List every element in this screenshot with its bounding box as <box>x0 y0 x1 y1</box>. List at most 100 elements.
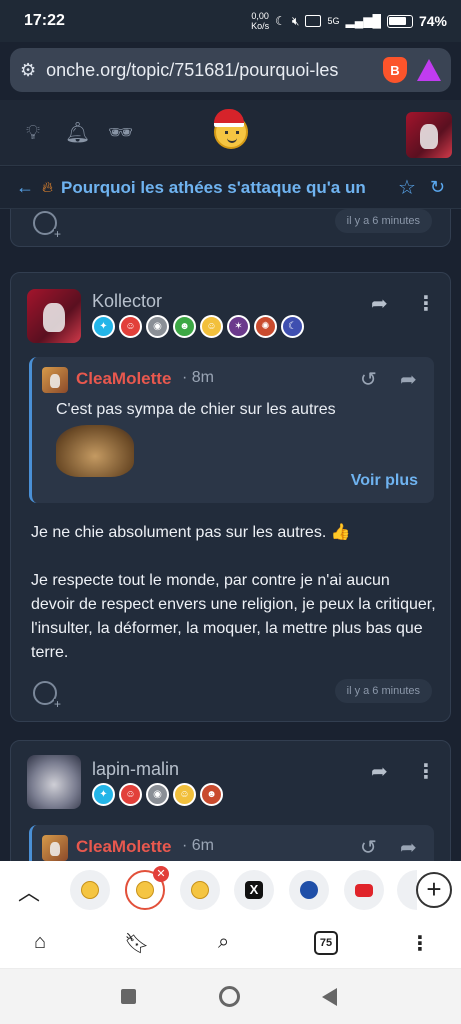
tab-onche-active[interactable]: ✕ <box>125 866 169 910</box>
quote-block[interactable]: CleaMolette · 8m ↺ ➦ C'est pas sympa de … <box>29 357 434 503</box>
badge-icon: ◉ <box>146 315 169 338</box>
net-speed: 0,00 Ko/s <box>251 11 270 31</box>
home-nav-icon[interactable] <box>219 986 240 1007</box>
post-body-paragraph: Je respecte tout le monde, par contre je… <box>31 572 436 661</box>
share-icon[interactable]: ➦ <box>400 367 417 392</box>
badge-icon: ☺ <box>119 315 142 338</box>
site-settings-icon[interactable]: ⚙ <box>20 60 36 81</box>
post-time: il y a 6 minutes <box>334 209 432 233</box>
author-avatar[interactable] <box>27 289 81 343</box>
menu-icon[interactable]: ⋮ <box>410 931 430 956</box>
status-time: 17:22 <box>24 12 65 29</box>
incognito-icon[interactable]: 🕶︎ <box>108 122 133 144</box>
moon-icon: ☾ <box>275 14 286 28</box>
bookmark-icon[interactable]: 🔖︎ <box>124 931 149 956</box>
post-body-line: Je ne chie absolument pas sur les autres… <box>31 524 351 541</box>
quote-text: C'est pas sympa de chier sur les autres <box>56 401 336 418</box>
signal-icon: ▂▄▆█ <box>345 14 381 28</box>
search-icon[interactable]: ⌕ <box>218 931 229 954</box>
add-reaction-icon[interactable] <box>33 211 62 239</box>
share-icon[interactable]: ➦ <box>371 291 388 316</box>
quote-age: · 6m <box>182 837 215 854</box>
tab-onche[interactable] <box>70 870 110 910</box>
close-tab-icon[interactable]: ✕ <box>153 866 169 882</box>
post-card: lapin-malin ✦ ☺ ◉ ☺ ☻ ➦ ⋮ CleaMolette · … <box>10 740 451 861</box>
more-options-icon[interactable]: ⋮ <box>416 759 436 784</box>
badge-icon: ☻ <box>173 315 196 338</box>
badge-icon: ◉ <box>146 783 169 806</box>
author-name[interactable]: lapin-malin <box>92 759 179 780</box>
status-bar: 17:22 0,00 Ko/s ☾ 🔇︎ 5G ▂▄▆█ 74% <box>0 0 461 42</box>
tab-youtube[interactable] <box>344 870 384 910</box>
quote-author-avatar <box>42 835 68 861</box>
quote-age: · 8m <box>182 369 215 386</box>
mute-icon: 🔇︎ <box>291 13 300 28</box>
onche-icon <box>136 881 154 899</box>
tab-x[interactable]: X <box>234 870 274 910</box>
badge-icon: ☺ <box>200 315 223 338</box>
see-more-link[interactable]: Voir plus <box>351 472 418 490</box>
post-time: il y a 6 minutes <box>334 679 432 703</box>
badge-icon: ☺ <box>119 783 142 806</box>
network-type: 5G <box>327 16 340 26</box>
quote-author[interactable]: CleaMolette <box>76 837 171 857</box>
url-text[interactable]: onche.org/topic/751681/pourquoi-les <box>46 60 373 81</box>
new-tab-icon[interactable]: + <box>416 872 452 908</box>
topic-title[interactable]: Pourquoi les athées s'attaque qu'a un <box>61 178 390 198</box>
tab-onche[interactable] <box>180 870 220 910</box>
tab-counter-button[interactable]: 75 <box>314 931 338 955</box>
site-logo-icon[interactable] <box>214 109 248 149</box>
badge-icon: ☺ <box>173 783 196 806</box>
onche-icon <box>81 881 99 899</box>
brave-shield-icon[interactable]: B <box>383 57 407 83</box>
badge-icon: ✶ <box>227 315 250 338</box>
topic-bar: ← 🔥︎ Pourquoi les athées s'attaque qu'a … <box>0 167 461 209</box>
refresh-icon[interactable]: ↻ <box>430 177 445 198</box>
more-options-icon[interactable]: ⋮ <box>416 291 436 316</box>
back-arrow-icon[interactable]: ← <box>16 177 34 198</box>
quote-block[interactable]: CleaMolette · 6m ↺ ➦ <box>29 825 434 861</box>
onche-icon <box>191 881 209 899</box>
address-bar[interactable]: ⚙ onche.org/topic/751681/pourquoi-les B <box>10 48 451 92</box>
system-navigation-bar <box>0 969 461 1024</box>
badge-icon: ✦ <box>92 783 115 806</box>
history-icon[interactable]: ↺ <box>360 367 377 392</box>
fire-icon: 🔥︎ <box>42 179 54 196</box>
author-name[interactable]: Kollector <box>92 291 162 312</box>
post-card: Kollector ✦ ☺ ◉ ☻ ☺ ✶ ✺ ☾ ➦ ⋮ CleaMolett… <box>10 272 451 722</box>
home-icon[interactable]: ⌂ <box>34 931 46 954</box>
status-icons: 0,00 Ko/s ☾ 🔇︎ 5G ▂▄▆█ 74% <box>251 11 447 31</box>
share-icon[interactable]: ➦ <box>400 835 417 860</box>
author-avatar[interactable] <box>27 755 81 809</box>
volte-icon <box>305 15 322 27</box>
user-avatar[interactable] <box>406 112 452 158</box>
tab-bfm[interactable] <box>289 870 329 910</box>
recents-icon[interactable] <box>121 989 136 1004</box>
star-icon[interactable]: ☆ <box>398 175 416 200</box>
quote-author[interactable]: CleaMolette <box>76 369 171 389</box>
author-badges: ✦ ☺ ◉ ☺ ☻ <box>92 783 223 806</box>
history-icon[interactable]: ↺ <box>360 835 377 860</box>
youtube-logo-icon <box>355 883 373 897</box>
author-badges: ✦ ☺ ◉ ☻ ☺ ✶ ✺ ☾ <box>92 315 304 338</box>
battery-icon <box>386 14 413 28</box>
add-reaction-icon[interactable] <box>33 681 62 709</box>
cat-sticker-image <box>56 425 134 477</box>
battery-level: 74% <box>418 13 447 29</box>
browser-toolbar: ⌂ 🔖︎ ⌕ 75 ⋮ <box>0 919 461 969</box>
bell-icon[interactable]: 🔔︎ <box>65 122 90 144</box>
lightbulb-icon[interactable]: 💡︎ <box>22 122 44 144</box>
collapse-tabs-icon[interactable]: ︿ <box>18 875 40 907</box>
quote-author-avatar <box>42 367 68 393</box>
tab-partial[interactable] <box>397 870 417 910</box>
tab-strip: ︿ ✕ X + <box>0 861 461 919</box>
brave-rewards-icon[interactable] <box>417 59 441 81</box>
badge-icon: ✦ <box>92 315 115 338</box>
badge-icon: ☻ <box>200 783 223 806</box>
back-nav-icon[interactable] <box>322 988 337 1006</box>
post-card: il y a 6 minutes <box>10 209 451 247</box>
posts-list: il y a 6 minutes Kollector ✦ ☺ ◉ ☻ ☺ ✶ ✺… <box>0 209 461 861</box>
share-icon[interactable]: ➦ <box>371 759 388 784</box>
badge-icon: ✺ <box>254 315 277 338</box>
bfm-logo-icon <box>300 881 318 899</box>
